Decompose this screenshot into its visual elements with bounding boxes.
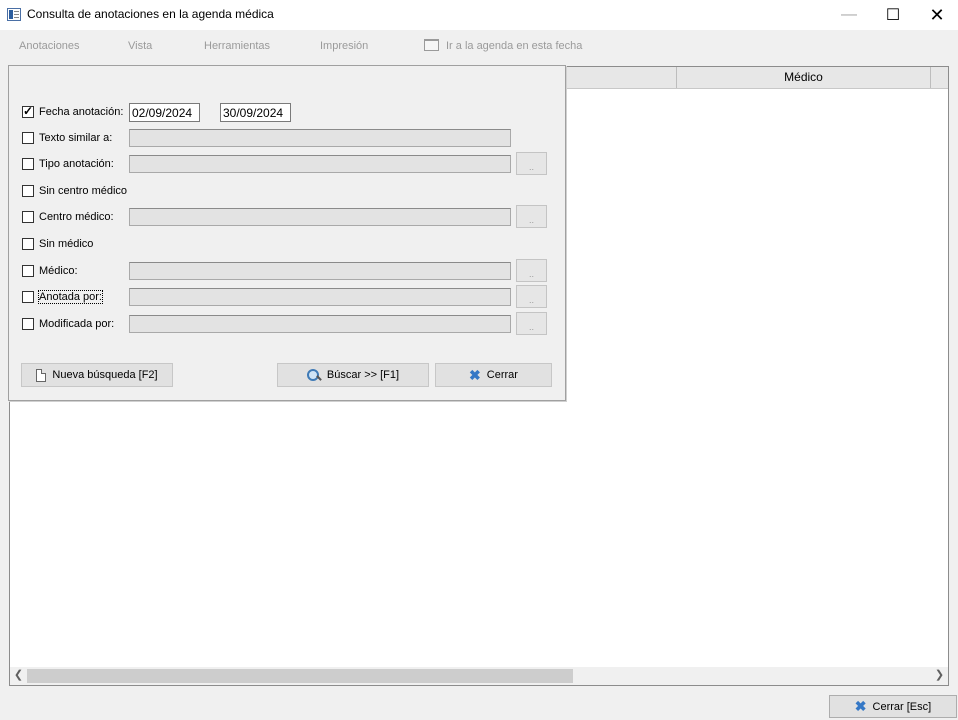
title-bar: Consulta de anotaciones en la agenda méd… [0, 0, 958, 30]
menu-vista[interactable]: Vista [128, 40, 152, 52]
close-icon: ✖ [854, 698, 867, 714]
medico-label: Médico: [39, 265, 78, 277]
sin-centro-checkbox[interactable] [22, 185, 34, 197]
row-texto: Texto similar a: [9, 128, 565, 148]
medico-checkbox[interactable] [22, 265, 34, 277]
close-icon: ✖ [469, 366, 481, 383]
close-esc-button[interactable]: ✖ Cerrar [Esc] [829, 695, 957, 718]
new-search-label: Nueva búsqueda [F2] [52, 369, 158, 381]
minimize-button[interactable]: — [826, 0, 872, 30]
fecha-desde-input[interactable]: 02/09/2024 [129, 103, 200, 122]
anotada-browse-button[interactable]: .. [516, 285, 547, 308]
row-centro: Centro médico: .. [9, 205, 565, 228]
scroll-left-icon[interactable]: ❮ [10, 667, 27, 685]
column-header[interactable] [931, 67, 948, 88]
anotada-input[interactable] [129, 288, 511, 306]
scrollbar-thumb[interactable] [27, 669, 573, 683]
search-panel: Fecha anotación: 02/09/2024 30/09/2024 T… [8, 65, 566, 401]
new-document-icon [36, 368, 47, 382]
close-esc-label: Cerrar [Esc] [872, 700, 932, 713]
row-medico: Médico: .. [9, 259, 565, 282]
row-fecha: Fecha anotación: 02/09/2024 30/09/2024 [9, 102, 565, 122]
close-window-button[interactable]: ✕ [914, 0, 958, 30]
app-icon [7, 8, 21, 21]
menu-anotaciones[interactable]: Anotaciones [19, 40, 80, 52]
texto-label: Texto similar a: [39, 132, 113, 144]
tipo-label: Tipo anotación: [39, 158, 114, 170]
horizontal-scrollbar[interactable]: ❮ ❯ [10, 667, 948, 685]
fecha-hasta-input[interactable]: 30/09/2024 [220, 103, 291, 122]
close-panel-button[interactable]: ✖ Cerrar [435, 363, 552, 387]
menu-impresion[interactable]: Impresión [320, 40, 368, 52]
row-sin-centro: Sin centro médico [9, 181, 565, 201]
tipo-checkbox[interactable] [22, 158, 34, 170]
search-button[interactable]: Búscar >> [F1] [277, 363, 429, 387]
tipo-browse-button[interactable]: .. [516, 152, 547, 175]
anotada-checkbox[interactable] [22, 291, 34, 303]
column-header-medico[interactable]: Médico [677, 67, 931, 88]
fecha-label: Fecha anotación: [39, 106, 124, 118]
row-tipo: Tipo anotación: .. [9, 152, 565, 175]
sin-medico-label: Sin médico [39, 238, 94, 250]
modificada-checkbox[interactable] [22, 318, 34, 330]
close-panel-label: Cerrar [486, 369, 518, 381]
modificada-browse-button[interactable]: .. [516, 312, 547, 335]
sin-medico-checkbox[interactable] [22, 238, 34, 250]
sin-centro-label: Sin centro médico [39, 185, 128, 197]
medico-input[interactable] [129, 262, 511, 280]
medico-browse-button[interactable]: .. [516, 259, 547, 282]
row-sin-medico: Sin médico [9, 234, 565, 254]
ir-agenda-toggle[interactable] [424, 39, 439, 51]
centro-input[interactable] [129, 208, 511, 226]
modificada-label: Modificada por: [39, 318, 115, 330]
window-title: Consulta de anotaciones en la agenda méd… [27, 7, 274, 21]
menu-bar: Anotaciones Vista Herramientas Impresión… [0, 36, 958, 56]
menu-herramientas[interactable]: Herramientas [204, 40, 270, 52]
texto-input[interactable] [129, 129, 511, 147]
centro-browse-button[interactable]: .. [516, 205, 547, 228]
tipo-input[interactable] [129, 155, 511, 173]
scroll-right-icon[interactable]: ❯ [931, 667, 948, 685]
row-anotada: Anotada por: .. [9, 285, 565, 308]
search-icon [306, 368, 321, 382]
anotada-label: Anotada por: [38, 290, 103, 304]
centro-checkbox[interactable] [22, 211, 34, 223]
fecha-checkbox[interactable] [22, 104, 34, 118]
maximize-button[interactable]: ☐ [870, 0, 916, 30]
search-label: Búscar >> [F1] [326, 369, 400, 381]
new-search-button[interactable]: Nueva búsqueda [F2] [21, 363, 173, 387]
ir-agenda-label[interactable]: Ir a la agenda en esta fecha [446, 40, 582, 52]
centro-label: Centro médico: [39, 211, 114, 223]
modificada-input[interactable] [129, 315, 511, 333]
texto-checkbox[interactable] [22, 132, 34, 144]
row-modificada: Modificada por: .. [9, 312, 565, 335]
